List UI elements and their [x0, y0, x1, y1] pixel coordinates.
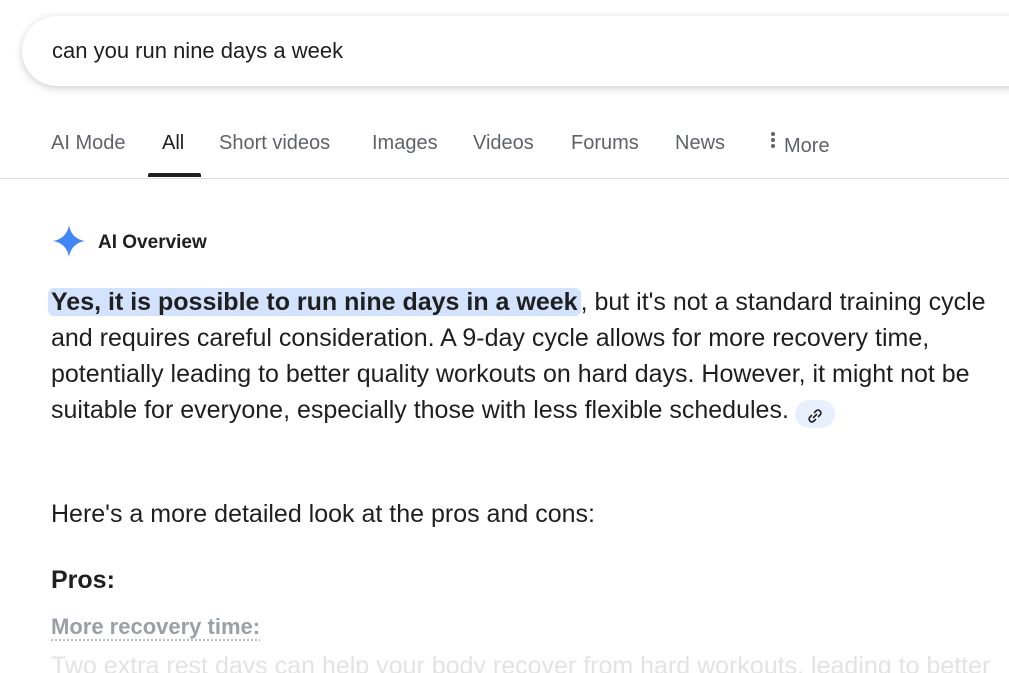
tab-forums[interactable]: Forums	[571, 132, 639, 155]
vertical-dots-icon	[766, 130, 780, 156]
pros-heading: Pros:	[51, 566, 115, 594]
tab-more[interactable]: More	[766, 132, 830, 158]
tab-news[interactable]: News	[675, 132, 725, 155]
active-tab-indicator	[148, 173, 201, 177]
pro-item-title: More recovery time:	[51, 614, 261, 639]
ai-overview-header: AI Overview	[52, 224, 207, 263]
sparkle-icon	[52, 224, 86, 263]
link-icon	[808, 409, 822, 423]
tab-images[interactable]: Images	[372, 132, 438, 155]
tabs-divider	[0, 178, 1009, 179]
tab-more-label: More	[784, 135, 830, 157]
tab-short-videos[interactable]: Short videos	[219, 132, 330, 155]
pro-item-text: Two extra rest days can help your body r…	[51, 652, 991, 673]
ai-overview-summary: Yes, it is possible to run nine days in …	[48, 284, 996, 428]
search-input[interactable]: can you run nine days a week	[52, 16, 343, 86]
source-link-chip[interactable]	[794, 400, 835, 428]
highlighted-answer: Yes, it is possible to run nine days in …	[48, 288, 581, 316]
search-results-page: can you run nine days a week AI Mode All…	[0, 0, 1009, 673]
tab-all[interactable]: All	[162, 132, 184, 155]
pros-cons-intro: Here's a more detailed look at the pros …	[51, 500, 595, 528]
tab-ai-mode[interactable]: AI Mode	[51, 132, 125, 155]
tab-videos[interactable]: Videos	[473, 132, 534, 155]
search-bar[interactable]: can you run nine days a week	[22, 16, 1009, 86]
ai-overview-title: AI Overview	[98, 232, 207, 253]
search-tabs: AI Mode All Short videos Images Videos F…	[0, 120, 1009, 178]
